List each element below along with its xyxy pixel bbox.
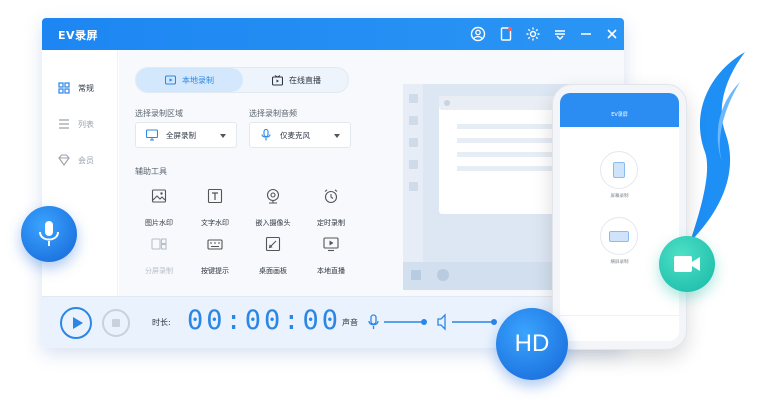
text-icon — [207, 188, 223, 204]
play-button[interactable] — [60, 307, 92, 339]
keyboard-icon — [207, 239, 223, 250]
title-bar: EV录屏 — [42, 18, 624, 50]
tool-key-prompt[interactable]: 按键提示 — [187, 236, 243, 280]
area-label: 选择录制区域 — [135, 109, 183, 118]
video-camera-badge — [659, 236, 715, 292]
audio-label: 选择录制音频 — [249, 109, 297, 118]
tool-label: 分屏录制 — [145, 267, 173, 275]
speaker-volume-handle — [491, 319, 497, 325]
webcam-icon — [266, 188, 280, 204]
phone-record-button[interactable] — [600, 151, 638, 189]
area-select[interactable]: 全屏录制 — [135, 122, 237, 148]
tab-local-record[interactable]: 本地录制 — [136, 68, 243, 92]
phone-title: EV录屏 — [611, 112, 628, 118]
minimize-icon[interactable] — [578, 26, 594, 42]
microphone-badge — [21, 206, 77, 262]
timer-display: 00:00:00 — [187, 305, 342, 336]
area-value: 全屏录制 — [166, 130, 196, 140]
user-icon[interactable] — [470, 26, 486, 42]
tab-label: 本地录制 — [182, 75, 214, 85]
tool-embed-webcam[interactable]: 嵌入摄像头 — [245, 188, 301, 232]
sidebar-item-label: 列表 — [78, 119, 94, 129]
gear-icon[interactable] — [525, 26, 541, 42]
grid-icon — [58, 82, 70, 94]
sidebar-item-list[interactable]: 列表 — [42, 112, 118, 136]
tool-label: 图片水印 — [145, 219, 173, 227]
speaker-icon — [437, 313, 446, 331]
tool-split-screen[interactable]: 分屏录制 — [131, 236, 187, 280]
tool-local-live[interactable]: 本地直播 — [303, 236, 359, 280]
stop-button[interactable] — [102, 309, 130, 337]
tool-label: 按键提示 — [201, 267, 229, 275]
split-screen-icon — [151, 238, 167, 250]
video-camera-icon — [674, 256, 700, 272]
tool-label: 本地直播 — [317, 267, 345, 275]
sidebar-item-member[interactable]: 会员 — [42, 148, 118, 172]
tools-label: 辅助工具 — [135, 167, 167, 176]
tool-scheduled-record[interactable]: 定时录制 — [303, 188, 359, 232]
phone-tabbar — [560, 315, 679, 341]
sidebar-item-label: 常规 — [78, 83, 94, 93]
list-icon — [59, 119, 69, 129]
phone-screen: EV录屏 屏幕录制 横屏录制 — [560, 93, 679, 341]
sidebar-item-label: 会员 — [78, 155, 94, 165]
landscape-icon — [609, 231, 629, 242]
chevron-down-icon — [220, 134, 226, 138]
phone-mockup: EV录屏 屏幕录制 横屏录制 — [552, 84, 687, 350]
sidebar-item-general[interactable]: 常规 — [42, 76, 118, 100]
main-window: EV录屏 常规 列表 会员 本地录制 在线直播 选择录制区域 全屏录制 选择录制… — [42, 18, 624, 348]
broadcast-icon — [323, 237, 339, 252]
image-icon — [151, 189, 167, 203]
volume-label: 声音 — [342, 318, 358, 327]
microphone-icon — [261, 129, 271, 141]
live-icon — [272, 74, 283, 86]
phone-btn1-label: 屏幕录制 — [610, 194, 629, 199]
microphone-icon — [39, 221, 59, 246]
tool-label: 定时录制 — [317, 219, 345, 227]
duration-label: 时长: — [152, 318, 171, 327]
diamond-icon — [58, 154, 70, 166]
audio-value: 仅麦克风 — [280, 130, 310, 140]
document-icon[interactable] — [498, 26, 514, 42]
close-icon[interactable] — [604, 26, 620, 42]
app-title: EV录屏 — [58, 29, 99, 42]
alarm-icon — [324, 189, 338, 204]
mode-tabs: 本地录制 在线直播 — [135, 67, 349, 93]
phone-icon — [613, 162, 625, 178]
tab-live[interactable]: 在线直播 — [243, 68, 350, 92]
tool-text-watermark[interactable]: 文字水印 — [187, 188, 243, 232]
phone-header: EV录屏 — [560, 93, 679, 127]
volume-controls — [368, 313, 497, 331]
tool-label: 文字水印 — [201, 219, 229, 227]
microphone-icon — [368, 314, 379, 329]
chevron-down-icon — [334, 134, 340, 138]
hd-badge: HD — [496, 308, 568, 380]
main-content: 本地录制 在线直播 选择录制区域 全屏录制 选择录制音频 仅麦克风 辅助工具 图… — [119, 50, 624, 296]
record-screen-icon — [165, 74, 176, 85]
tab-label: 在线直播 — [289, 75, 321, 85]
stage: EV录屏 常规 列表 会员 本地录制 在线直播 选择录制区域 全屏录制 选择录制… — [0, 0, 765, 400]
tool-desktop-drawing[interactable]: 桌面画板 — [245, 236, 301, 280]
mic-volume-handle — [421, 319, 427, 325]
pen-icon — [265, 236, 281, 252]
monitor-icon — [146, 129, 158, 141]
menu-icon[interactable] — [552, 26, 568, 42]
tool-image-watermark[interactable]: 图片水印 — [131, 188, 187, 232]
tool-label: 桌面画板 — [259, 267, 287, 275]
phone-landscape-button[interactable] — [600, 217, 638, 255]
audio-select[interactable]: 仅麦克风 — [249, 122, 351, 148]
tool-label: 嵌入摄像头 — [255, 219, 291, 227]
